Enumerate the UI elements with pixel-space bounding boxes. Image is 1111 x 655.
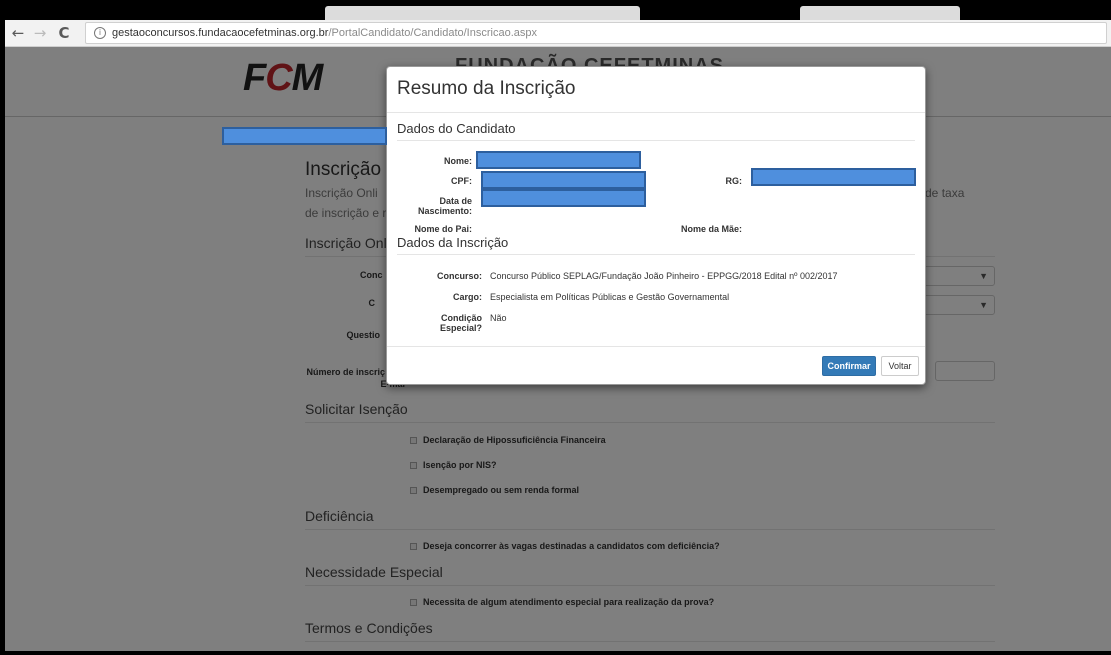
value-condicao-especial: Não xyxy=(490,313,507,323)
info-icon[interactable]: i xyxy=(94,27,106,39)
label-data-nascimento: Data de Nascimento: xyxy=(417,196,472,216)
page-viewport: FCM FUNDAÇÃO CEFETMINAS Inscrição Inscri… xyxy=(5,47,1111,651)
label-nome: Nome: xyxy=(443,156,472,166)
label-concurso: Concurso: xyxy=(437,271,482,281)
label-condicao-especial: Condição Especial? xyxy=(439,313,482,333)
label-rg: RG: xyxy=(725,176,743,186)
redaction-nome xyxy=(476,151,641,169)
redaction-cpf xyxy=(481,171,646,189)
modal-header: Resumo da Inscrição xyxy=(387,67,925,113)
reload-icon[interactable]: C xyxy=(55,24,73,42)
url-host: gestaoconcursos.fundacaocefetminas.org.b… xyxy=(112,27,329,39)
redaction-rg xyxy=(751,168,916,186)
browser-tab[interactable] xyxy=(325,6,640,20)
value-concurso: Concurso Público SEPLAG/Fundação João Pi… xyxy=(490,271,838,281)
section-dados-inscricao: Dados da Inscrição xyxy=(397,235,915,255)
forward-arrow-icon[interactable]: → xyxy=(31,24,49,42)
back-arrow-icon[interactable]: ← xyxy=(9,24,27,42)
resumo-inscricao-modal: Resumo da Inscrição Dados do Candidato N… xyxy=(386,66,926,385)
section-dados-candidato: Dados do Candidato xyxy=(397,121,915,141)
browser-tab[interactable] xyxy=(800,6,960,20)
window-frame-bottom xyxy=(0,651,1111,655)
browser-tab-strip xyxy=(0,0,1111,20)
redaction-user-name xyxy=(222,127,387,145)
modal-footer: Confirmar Voltar xyxy=(387,346,925,384)
label-nome-mae: Nome da Mãe: xyxy=(680,224,742,234)
confirmar-button[interactable]: Confirmar xyxy=(822,356,876,376)
label-cargo: Cargo: xyxy=(453,292,482,302)
redaction-data-nascimento xyxy=(481,189,646,207)
label-cpf: CPF: xyxy=(451,176,472,186)
browser-toolbar: ← → C i gestaoconcursos.fundacaocefetmin… xyxy=(5,20,1111,47)
value-cargo: Especialista em Políticas Públicas e Ges… xyxy=(490,292,730,302)
label-nome-pai: Nome do Pai: xyxy=(414,224,472,234)
voltar-button[interactable]: Voltar xyxy=(881,356,919,376)
url-path: /PortalCandidato/Candidato/Inscricao.asp… xyxy=(328,27,537,39)
modal-title: Resumo da Inscrição xyxy=(397,78,576,99)
page: FCM FUNDAÇÃO CEFETMINAS Inscrição Inscri… xyxy=(5,47,1111,651)
address-bar[interactable]: i gestaoconcursos.fundacaocefetminas.org… xyxy=(85,22,1107,44)
